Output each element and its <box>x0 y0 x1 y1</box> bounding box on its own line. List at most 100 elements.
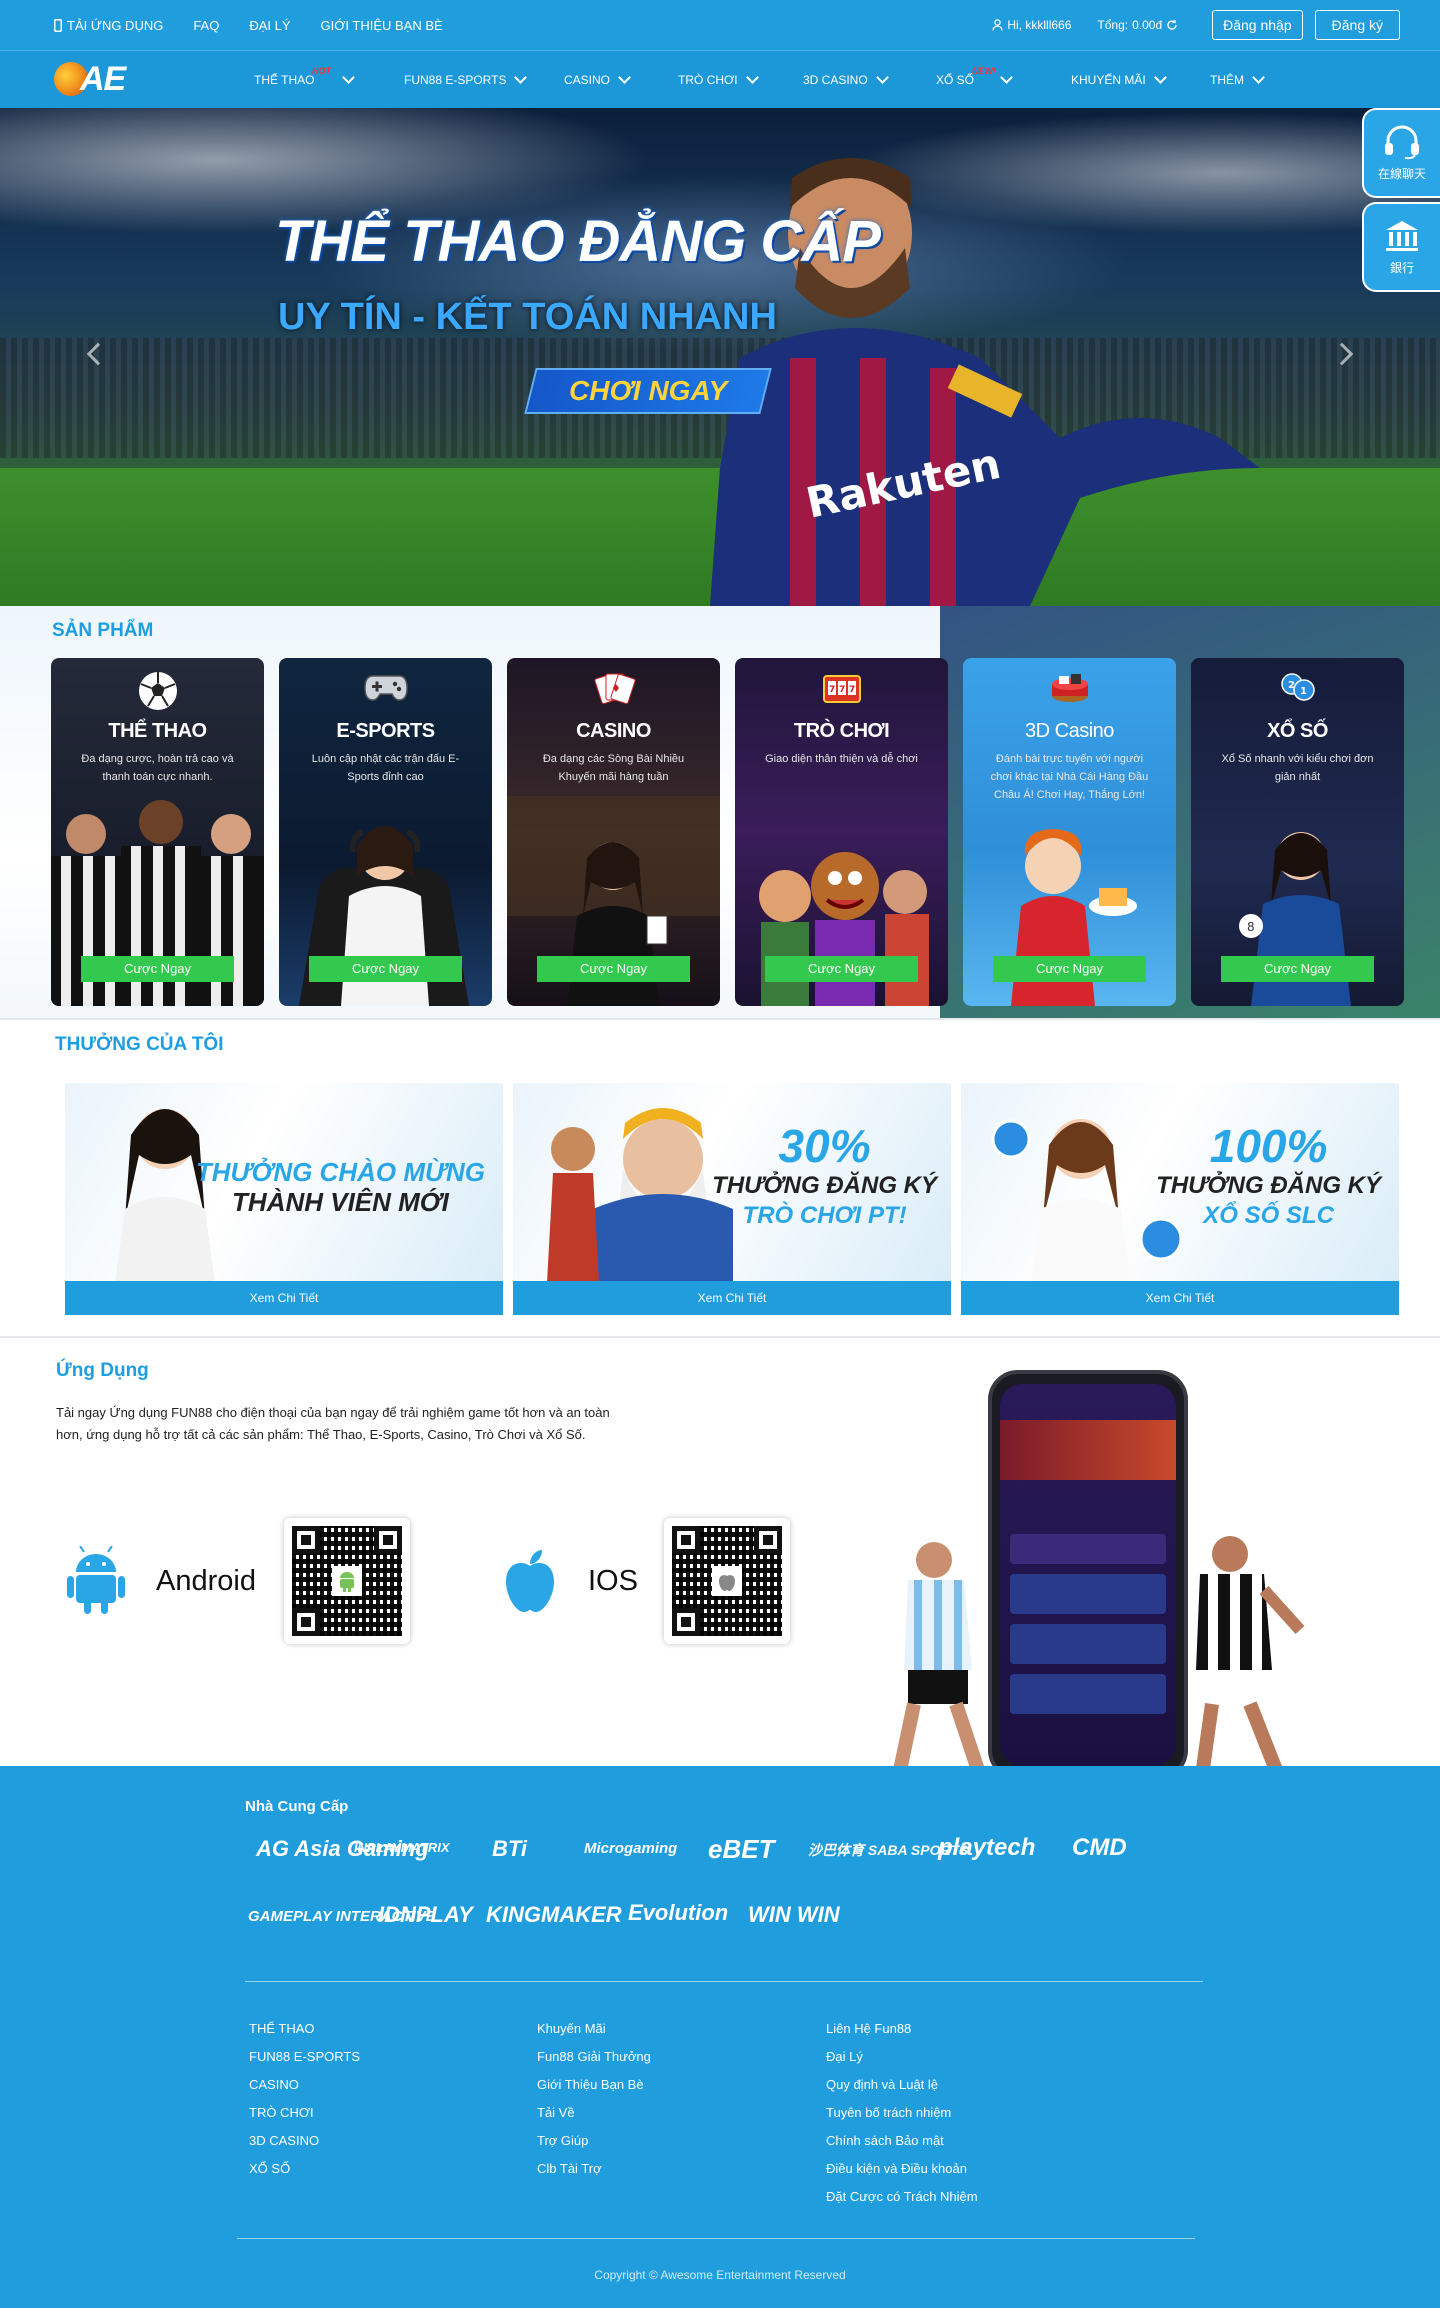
ios-label: IOS <box>588 1564 638 1597</box>
provider-logo: WIN WIN <box>748 1902 840 1927</box>
balance: Tổng: 0.00đ <box>1097 18 1178 32</box>
footer-link[interactable]: Liên Hệ Fun88 <box>826 2015 978 2043</box>
footer-link[interactable]: FUN88 E-SPORTS <box>249 2043 360 2071</box>
lottery-balls-icon: 21 <box>1280 673 1315 701</box>
footer-link[interactable]: Khuyến Mãi <box>537 2015 651 2043</box>
nav-item-more[interactable]: THÊM <box>1210 70 1290 87</box>
svg-text:2: 2 <box>1288 680 1295 691</box>
footer-link[interactable]: Đặt Cược có Trách Nhiệm <box>826 2183 978 2211</box>
logo-text: AE <box>80 59 126 98</box>
chevron-down-icon <box>875 70 889 84</box>
agent-link[interactable]: ĐẠI LÝ <box>249 18 290 33</box>
product-name: E-SPORTS <box>336 720 435 742</box>
chevron-down-icon <box>1252 70 1265 84</box>
reward-text: 30% THƯỞNG ĐĂNG KÝ TRÒ CHƠI PT! <box>712 1121 937 1231</box>
ios-download[interactable]: IOS <box>502 1518 790 1644</box>
chevron-down-icon <box>1153 70 1167 84</box>
nav-item-esports[interactable]: FUN88 E-SPORTS <box>404 70 564 87</box>
product-desc: Đa dạng các Sòng Bài Nhiều Khuyến mãi hà… <box>542 753 685 783</box>
product-card-sports[interactable]: THỂ THAO Đa dạng cược, hoàn trả cao và t… <box>51 658 264 1006</box>
footer-link[interactable]: Trợ Giúp <box>537 2127 651 2155</box>
bank-button[interactable]: 銀行 <box>1362 202 1440 292</box>
bet-now-button[interactable]: Cược Ngay <box>537 956 690 982</box>
footer-link[interactable]: Giới Thiệu Bạn Bè <box>537 2071 651 2099</box>
faq-link[interactable]: FAQ <box>193 18 219 33</box>
product-card-esports[interactable]: E-SPORTS Luôn cập nhật các trận đấu E-Sp… <box>279 658 492 1006</box>
top-bar: TẢI ỨNG DỤNG FAQ ĐẠI LÝ GIỚI THIỆU BẠN B… <box>0 0 1440 50</box>
play-now-button[interactable]: CHƠI NGAY <box>524 368 772 414</box>
nav-item-sports[interactable]: THỂ THAO HOT <box>254 66 404 87</box>
nav-label: FUN88 E-SPORTS <box>404 73 507 87</box>
chevron-down-icon <box>342 70 356 84</box>
chevron-down-icon <box>618 70 631 84</box>
greeting-text: Hi, kkklll666 <box>1007 18 1072 32</box>
footer-link[interactable]: XỔ SỐ <box>249 2155 360 2183</box>
user-greeting[interactable]: Hi, kkklll666 <box>992 18 1071 32</box>
playing-cards-icon: ♦ <box>593 673 636 705</box>
product-card-3d-casino[interactable]: 3D Casino Đánh bài trực tuyến với người … <box>963 658 1176 1006</box>
footer-link[interactable]: Tải Về <box>537 2099 651 2127</box>
view-details-button[interactable]: Xem Chi Tiết <box>961 1281 1399 1315</box>
main-nav: THỂ THAO HOT FUN88 E-SPORTS CASINO TRÒ CH… <box>254 51 1290 109</box>
footer-link[interactable]: Quy định và Luật lệ <box>826 2071 978 2099</box>
footer-link[interactable]: THỂ THAO <box>249 2015 360 2043</box>
view-details-button[interactable]: Xem Chi Tiết <box>65 1281 503 1315</box>
footer-link[interactable]: Đại Lý <box>826 2043 978 2071</box>
qr-pattern <box>291 1526 402 1636</box>
live-chat-button[interactable]: 在線聊天 <box>1362 108 1440 198</box>
app-game-tile <box>1010 1624 1166 1664</box>
balance-label: Tổng: <box>1097 18 1129 32</box>
footer-link[interactable]: Tuyên bố trách nhiệm <box>826 2099 978 2127</box>
play-now-label: CHƠI NGAY <box>568 375 728 406</box>
nav-label: KHUYẾN MÃI <box>1071 73 1146 87</box>
footer-link[interactable]: TRÒ CHƠI <box>249 2099 360 2127</box>
main-nav-bar: AE THỂ THAO HOT FUN88 E-SPORTS CASINO TRÒ… <box>0 50 1440 108</box>
app-banner <box>1000 1420 1176 1480</box>
android-download[interactable]: Android <box>66 1518 410 1644</box>
app-description: Tải ngay Ứng dụng FUN88 cho điện thoại c… <box>56 1405 610 1442</box>
product-card-games[interactable]: 777 TRÒ CHƠI Giao diện thân thiện và dễ … <box>735 658 948 1006</box>
footer-link[interactable]: Điều kiện và Điều khoản <box>826 2155 978 2183</box>
chevron-down-icon <box>745 70 759 84</box>
side-float-panel: 在線聊天 銀行 <box>1362 108 1440 296</box>
reward-card-welcome[interactable]: THƯỞNG CHÀO MỪNG THÀNH VIÊN MỚI Xem Chi … <box>65 1083 503 1315</box>
product-card-casino[interactable]: ♦ CASINO Đa dạng các Sòng Bài Nhiều Khuy… <box>507 658 720 1006</box>
logo[interactable]: AE <box>54 59 126 99</box>
footer-link[interactable]: Chính sách Bảo mật <box>826 2127 978 2155</box>
nav-item-3d-casino[interactable]: 3D CASINO <box>803 70 936 87</box>
nav-item-games[interactable]: TRÒ CHƠI <box>678 70 803 87</box>
svg-text:♦: ♦ <box>611 682 621 695</box>
login-button[interactable]: Đăng nhập <box>1212 10 1303 40</box>
bet-now-button[interactable]: Cược Ngay <box>309 956 462 982</box>
new-badge: NEW! <box>972 66 996 76</box>
qr-finder <box>671 1526 700 1554</box>
bet-now-button[interactable]: Cược Ngay <box>1221 956 1374 982</box>
bet-now-button[interactable]: Cược Ngay <box>81 956 234 982</box>
footer-link[interactable]: CASINO <box>249 2071 360 2099</box>
provider-logo: Microgaming <box>584 1840 678 1857</box>
user-icon <box>992 19 1003 31</box>
reward-line2: THƯỞNG ĐĂNG KÝ <box>712 1172 937 1199</box>
reward-card-pt[interactable]: 30% THƯỞNG ĐĂNG KÝ TRÒ CHƠI PT! Xem Chi … <box>513 1083 951 1315</box>
footer-link[interactable]: 3D CASINO <box>249 2127 360 2155</box>
hero-subtitle: UY TÍN - KẾT TOÁN NHANH <box>278 296 777 338</box>
register-button[interactable]: Đăng ký <box>1314 10 1400 40</box>
bet-now-button[interactable]: Cược Ngay <box>993 956 1146 982</box>
download-app-link[interactable]: TẢI ỨNG DỤNG <box>54 18 163 33</box>
gamepad-icon <box>363 675 408 701</box>
nav-item-lottery[interactable]: XỔ SỐ NEW! <box>936 66 1071 87</box>
hero-banner[interactable]: Rakuten THỂ THAO ĐẲNG CẤP UY TÍN - KẾT T… <box>0 108 1440 606</box>
product-card-lottery[interactable]: 21 XỔ SỐ Xổ Số nhanh với kiểu chơi đơn g… <box>1191 658 1404 1006</box>
refresh-icon[interactable] <box>1166 19 1178 31</box>
footer-link[interactable]: Clb Tài Trợ <box>537 2155 651 2183</box>
bet-now-button[interactable]: Cược Ngay <box>765 956 918 982</box>
soccer-ball-icon <box>138 672 177 710</box>
footer-link[interactable]: Fun88 Giải Thưởng <box>537 2043 651 2071</box>
view-details-button[interactable]: Xem Chi Tiết <box>513 1281 951 1315</box>
refer-friend-link[interactable]: GIỚI THIỆU BẠN BÈ <box>321 18 443 33</box>
nav-item-promotions[interactable]: KHUYẾN MÃI <box>1071 70 1210 87</box>
nav-item-casino[interactable]: CASINO <box>564 70 678 87</box>
reward-card-lottery[interactable]: 100% THƯỞNG ĐĂNG KÝ XỔ SỐ SLC Xem Chi Ti… <box>961 1083 1399 1315</box>
provider-logo: IDNPLAY <box>378 1902 473 1927</box>
balance-value: 0.00đ <box>1132 18 1163 32</box>
